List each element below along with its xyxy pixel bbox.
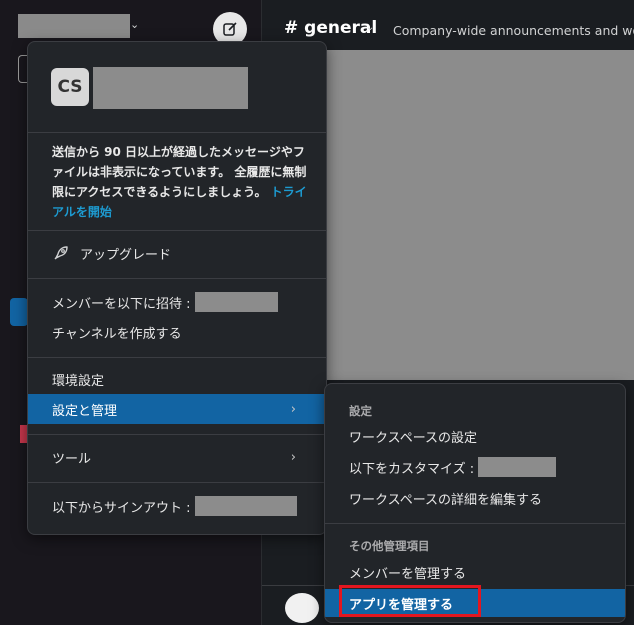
menu-divider xyxy=(28,482,326,483)
workspace-title-redacted xyxy=(93,67,248,109)
menu-divider xyxy=(28,434,326,435)
settings-admin-submenu: 設定 ワークスペースの設定 以下をカスタマイズ : ワークスペースの詳細を編集す… xyxy=(324,383,626,623)
section-other-admin: その他管理項目 xyxy=(349,539,430,553)
submenu-divider xyxy=(325,523,625,524)
edit-workspace-details-label: ワークスペースの詳細を編集する xyxy=(349,492,543,508)
invite-label: メンバーを以下に招待 : xyxy=(52,296,191,312)
rocket-icon xyxy=(54,246,68,260)
menu-item-signout[interactable]: 以下からサインアウト : xyxy=(28,491,326,521)
menu-item-invite[interactable]: メンバーを以下に招待 : xyxy=(28,287,326,317)
menu-item-preferences[interactable]: 環境設定 xyxy=(28,364,326,394)
submenu-item-manage-apps[interactable]: アプリを管理する xyxy=(325,589,625,617)
menu-item-upgrade[interactable]: アップグレード xyxy=(28,238,326,268)
settings-admin-label: 設定と管理 xyxy=(52,403,118,419)
channel-name[interactable]: # general xyxy=(284,18,377,38)
customize-workspace-redacted xyxy=(478,457,557,477)
menu-divider xyxy=(28,278,326,279)
chevron-right-icon: › xyxy=(290,450,296,465)
customize-label: 以下をカスタマイズ : xyxy=(349,461,475,477)
submenu-item-workspace-settings[interactable]: ワークスペースの設定 xyxy=(325,422,625,450)
channel-chevron-icon[interactable]: ⌄ xyxy=(366,22,374,33)
signout-workspace-redacted xyxy=(194,496,297,516)
chat-bubble-icon xyxy=(285,593,319,623)
menu-divider xyxy=(28,230,326,231)
submenu-item-customize[interactable]: 以下をカスタマイズ : xyxy=(325,453,625,481)
submenu-item-edit-workspace-details[interactable]: ワークスペースの詳細を編集する xyxy=(325,484,625,512)
signout-label: 以下からサインアウト : xyxy=(52,500,191,516)
chevron-right-icon: › xyxy=(290,402,296,417)
history-notice: 送信から 90 日以上が経過したメッセージやファイルは非表示になっています。 全… xyxy=(52,142,308,222)
upgrade-label: アップグレード xyxy=(80,247,172,263)
menu-item-create-channel[interactable]: チャンネルを作成する xyxy=(28,317,326,347)
manage-apps-label: アプリを管理する xyxy=(349,597,454,613)
workspace-avatar: CS xyxy=(51,68,89,106)
invite-workspace-redacted xyxy=(194,292,278,312)
workspace-settings-label: ワークスペースの設定 xyxy=(349,430,478,446)
workspace-menu: CS 送信から 90 日以上が経過したメッセージやファイルは非表示になっています… xyxy=(27,41,327,535)
messages-redacted xyxy=(324,50,634,380)
menu-workspace-info: CS xyxy=(28,42,326,132)
compose-icon xyxy=(223,22,237,36)
manage-members-label: メンバーを管理する xyxy=(349,566,467,582)
menu-divider xyxy=(28,132,326,133)
section-settings: 設定 xyxy=(349,404,372,418)
menu-item-tools[interactable]: ツール › xyxy=(28,442,326,472)
tools-label: ツール xyxy=(52,451,92,467)
menu-divider xyxy=(28,357,326,358)
preferences-label: 環境設定 xyxy=(52,373,105,389)
chevron-down-icon: ⌄ xyxy=(130,18,140,31)
menu-item-settings-admin[interactable]: 設定と管理 › xyxy=(28,394,326,424)
submenu-item-manage-members[interactable]: メンバーを管理する xyxy=(325,558,625,586)
create-channel-label: チャンネルを作成する xyxy=(52,326,182,342)
channel-topic: Company-wide announcements and work- xyxy=(393,23,634,38)
workspace-name-redacted xyxy=(18,14,130,38)
notice-text: 送信から 90 日以上が経過したメッセージやファイルは非表示になっています。 全… xyxy=(52,145,307,199)
sidebar-active-item-edge xyxy=(10,298,28,326)
